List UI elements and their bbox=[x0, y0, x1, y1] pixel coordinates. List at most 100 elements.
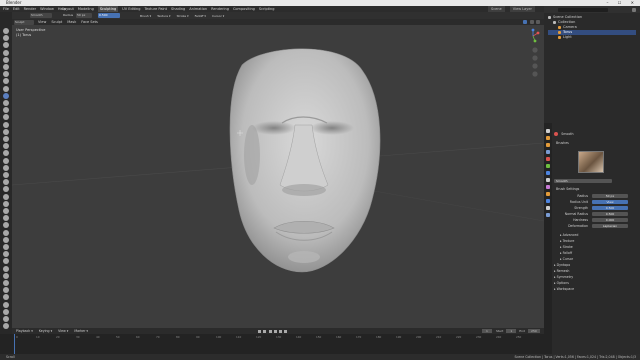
sculpt-tool-icon[interactable] bbox=[3, 208, 9, 214]
properties-tab-icon[interactable] bbox=[546, 150, 550, 154]
properties-tab-icon[interactable] bbox=[546, 178, 550, 182]
sculpt-tool-icon[interactable] bbox=[3, 42, 9, 49]
sculpt-tool-icon[interactable] bbox=[3, 157, 9, 164]
properties-tab-icon[interactable] bbox=[546, 192, 550, 196]
brush-setting-field[interactable]: 0.500 bbox=[592, 212, 628, 216]
mode-selector[interactable]: Sculpt Mode bbox=[14, 19, 34, 25]
sculpt-tool-icon[interactable] bbox=[3, 308, 9, 315]
outliner-item-light[interactable]: Light bbox=[548, 35, 572, 40]
properties-section-dyntopo[interactable]: ▸ Dyntopo bbox=[554, 263, 570, 268]
sculpt-tool-icon[interactable] bbox=[3, 265, 9, 272]
sculpt-tool-icon[interactable] bbox=[3, 56, 9, 63]
sculpt-tool-icon[interactable] bbox=[3, 143, 9, 150]
properties-tab-icon[interactable] bbox=[546, 143, 550, 147]
viewport-navigation-buttons bbox=[532, 47, 538, 77]
sculpt-tool-icon[interactable] bbox=[3, 272, 9, 279]
properties-section-cursor[interactable]: ▸ Cursor bbox=[560, 257, 573, 262]
navigation-gizmo[interactable] bbox=[526, 28, 540, 44]
sculpt-tool-icon[interactable] bbox=[3, 121, 9, 128]
next-keyframe-icon[interactable] bbox=[279, 330, 283, 333]
properties-tab-icon[interactable] bbox=[546, 164, 550, 168]
sculpt-tool-icon[interactable] bbox=[3, 316, 9, 322]
sculpt-tool-icon[interactable] bbox=[3, 28, 9, 34]
sculpt-tool-icon[interactable] bbox=[3, 193, 9, 200]
properties-tab-icon[interactable] bbox=[546, 206, 550, 210]
sculpt-tool-icon[interactable] bbox=[3, 136, 9, 142]
sculpt-tool-icon[interactable] bbox=[3, 244, 9, 250]
properties-section-options[interactable]: ▸ Options bbox=[554, 281, 569, 286]
sculpt-tool-icon[interactable] bbox=[3, 179, 9, 186]
start-frame-field[interactable]: 1 bbox=[506, 329, 517, 333]
sculpt-tool-icon[interactable] bbox=[3, 215, 9, 222]
shading-material-button[interactable] bbox=[529, 19, 534, 24]
previous-keyframe-icon[interactable] bbox=[263, 330, 267, 333]
jump-start-icon[interactable] bbox=[258, 330, 261, 333]
shading-rendered-button[interactable] bbox=[536, 19, 540, 24]
sculpt-tool-icon[interactable] bbox=[3, 229, 9, 236]
sculpt-tool-icon[interactable] bbox=[3, 186, 9, 193]
properties-tab-icon[interactable] bbox=[546, 171, 550, 175]
sculpt-tool-icon[interactable] bbox=[3, 222, 9, 229]
properties-section-stroke[interactable]: ▸ Stroke bbox=[560, 245, 573, 250]
strength-field[interactable]: 0.500 bbox=[98, 13, 120, 18]
sculpt-tool-icon[interactable] bbox=[3, 92, 9, 99]
properties-section-texture[interactable]: ▸ Texture bbox=[560, 239, 574, 244]
properties-section-symmetry[interactable]: ▸ Symmetry bbox=[554, 275, 573, 280]
properties-tab-icon[interactable] bbox=[546, 199, 550, 203]
jump-end-icon[interactable] bbox=[284, 330, 288, 333]
sculpt-tool-icon[interactable] bbox=[3, 251, 9, 258]
properties-tab-icon[interactable] bbox=[546, 157, 550, 161]
properties-section-workspace[interactable]: ▸ Workspace bbox=[554, 287, 574, 292]
3d-viewport[interactable]: User Perspective (1) Torus bbox=[12, 25, 544, 328]
sculpt-tool-icon[interactable] bbox=[3, 164, 9, 171]
current-frame-field[interactable]: 1 bbox=[482, 329, 492, 333]
timeline[interactable]: 0 10 20 30 40 50 60 70 80 90 100 110 120 130 140 150 160… bbox=[0, 334, 544, 354]
sculpt-tool-icon[interactable] bbox=[3, 107, 9, 114]
properties-tab-icon[interactable] bbox=[546, 213, 550, 217]
playhead[interactable] bbox=[14, 334, 15, 354]
sculpt-tool-icon[interactable] bbox=[3, 35, 9, 42]
sculpt-tool-icon[interactable] bbox=[3, 114, 9, 121]
brush-settings-section[interactable]: Brush Settings bbox=[556, 187, 579, 192]
outliner-item-icon bbox=[558, 30, 561, 34]
sculpt-tool-icon[interactable] bbox=[3, 172, 9, 178]
sculpt-tool-icon[interactable] bbox=[3, 301, 9, 308]
properties-section-falloff[interactable]: ▸ Falloff bbox=[560, 251, 572, 256]
sculpt-tool-icon[interactable] bbox=[3, 258, 9, 265]
filter-icon[interactable] bbox=[632, 7, 636, 12]
play-icon[interactable] bbox=[273, 330, 277, 333]
sculpt-tool-icon[interactable] bbox=[3, 49, 9, 56]
brush-selector[interactable]: Smooth bbox=[30, 13, 52, 18]
properties-tab-icon[interactable] bbox=[546, 136, 550, 140]
end-frame-field[interactable]: 250 bbox=[527, 329, 540, 333]
outliner-search-input[interactable] bbox=[558, 7, 608, 12]
brush-setting-field[interactable]: Laplacian bbox=[592, 224, 628, 228]
sculpt-tool-icon[interactable] bbox=[3, 85, 9, 92]
sculpt-tool-icon[interactable] bbox=[3, 236, 9, 243]
sculpt-tool-icon[interactable] bbox=[3, 71, 9, 78]
brushes-section[interactable]: Brushes bbox=[556, 141, 569, 146]
radius-field[interactable]: 50 px bbox=[76, 13, 92, 18]
sculpt-tool-icon[interactable] bbox=[3, 280, 9, 286]
properties-tab-icon[interactable] bbox=[546, 185, 550, 189]
brush-name-field[interactable]: Smooth bbox=[554, 179, 612, 183]
shading-solid-button[interactable] bbox=[523, 19, 528, 24]
properties-section-remesh[interactable]: ▸ Remesh bbox=[554, 269, 569, 274]
sculpt-tool-icon[interactable] bbox=[3, 64, 9, 70]
sculpt-tool-icon[interactable] bbox=[3, 323, 9, 330]
brush-thumbnail[interactable] bbox=[578, 151, 604, 173]
brush-setting-field[interactable]: 50 px bbox=[592, 194, 628, 198]
sculpt-tool-icon[interactable] bbox=[3, 200, 9, 207]
sculpt-tool-icon[interactable] bbox=[3, 150, 9, 157]
properties-tab-icon[interactable] bbox=[546, 129, 550, 133]
sculpt-tool-icon[interactable] bbox=[3, 100, 9, 106]
sculpt-tool-icon[interactable] bbox=[3, 294, 9, 301]
brush-setting-field[interactable]: 0.000 bbox=[592, 218, 628, 222]
sculpt-tool-icon[interactable] bbox=[3, 287, 9, 294]
brush-setting-field[interactable]: 0.500 bbox=[592, 206, 628, 210]
sculpt-tool-icon[interactable] bbox=[3, 78, 9, 85]
play-reverse-icon[interactable] bbox=[268, 330, 272, 333]
brush-setting-field[interactable]: View bbox=[592, 200, 628, 204]
properties-section-advanced[interactable]: ▸ Advanced bbox=[560, 233, 578, 238]
sculpt-tool-icon[interactable] bbox=[3, 128, 9, 135]
